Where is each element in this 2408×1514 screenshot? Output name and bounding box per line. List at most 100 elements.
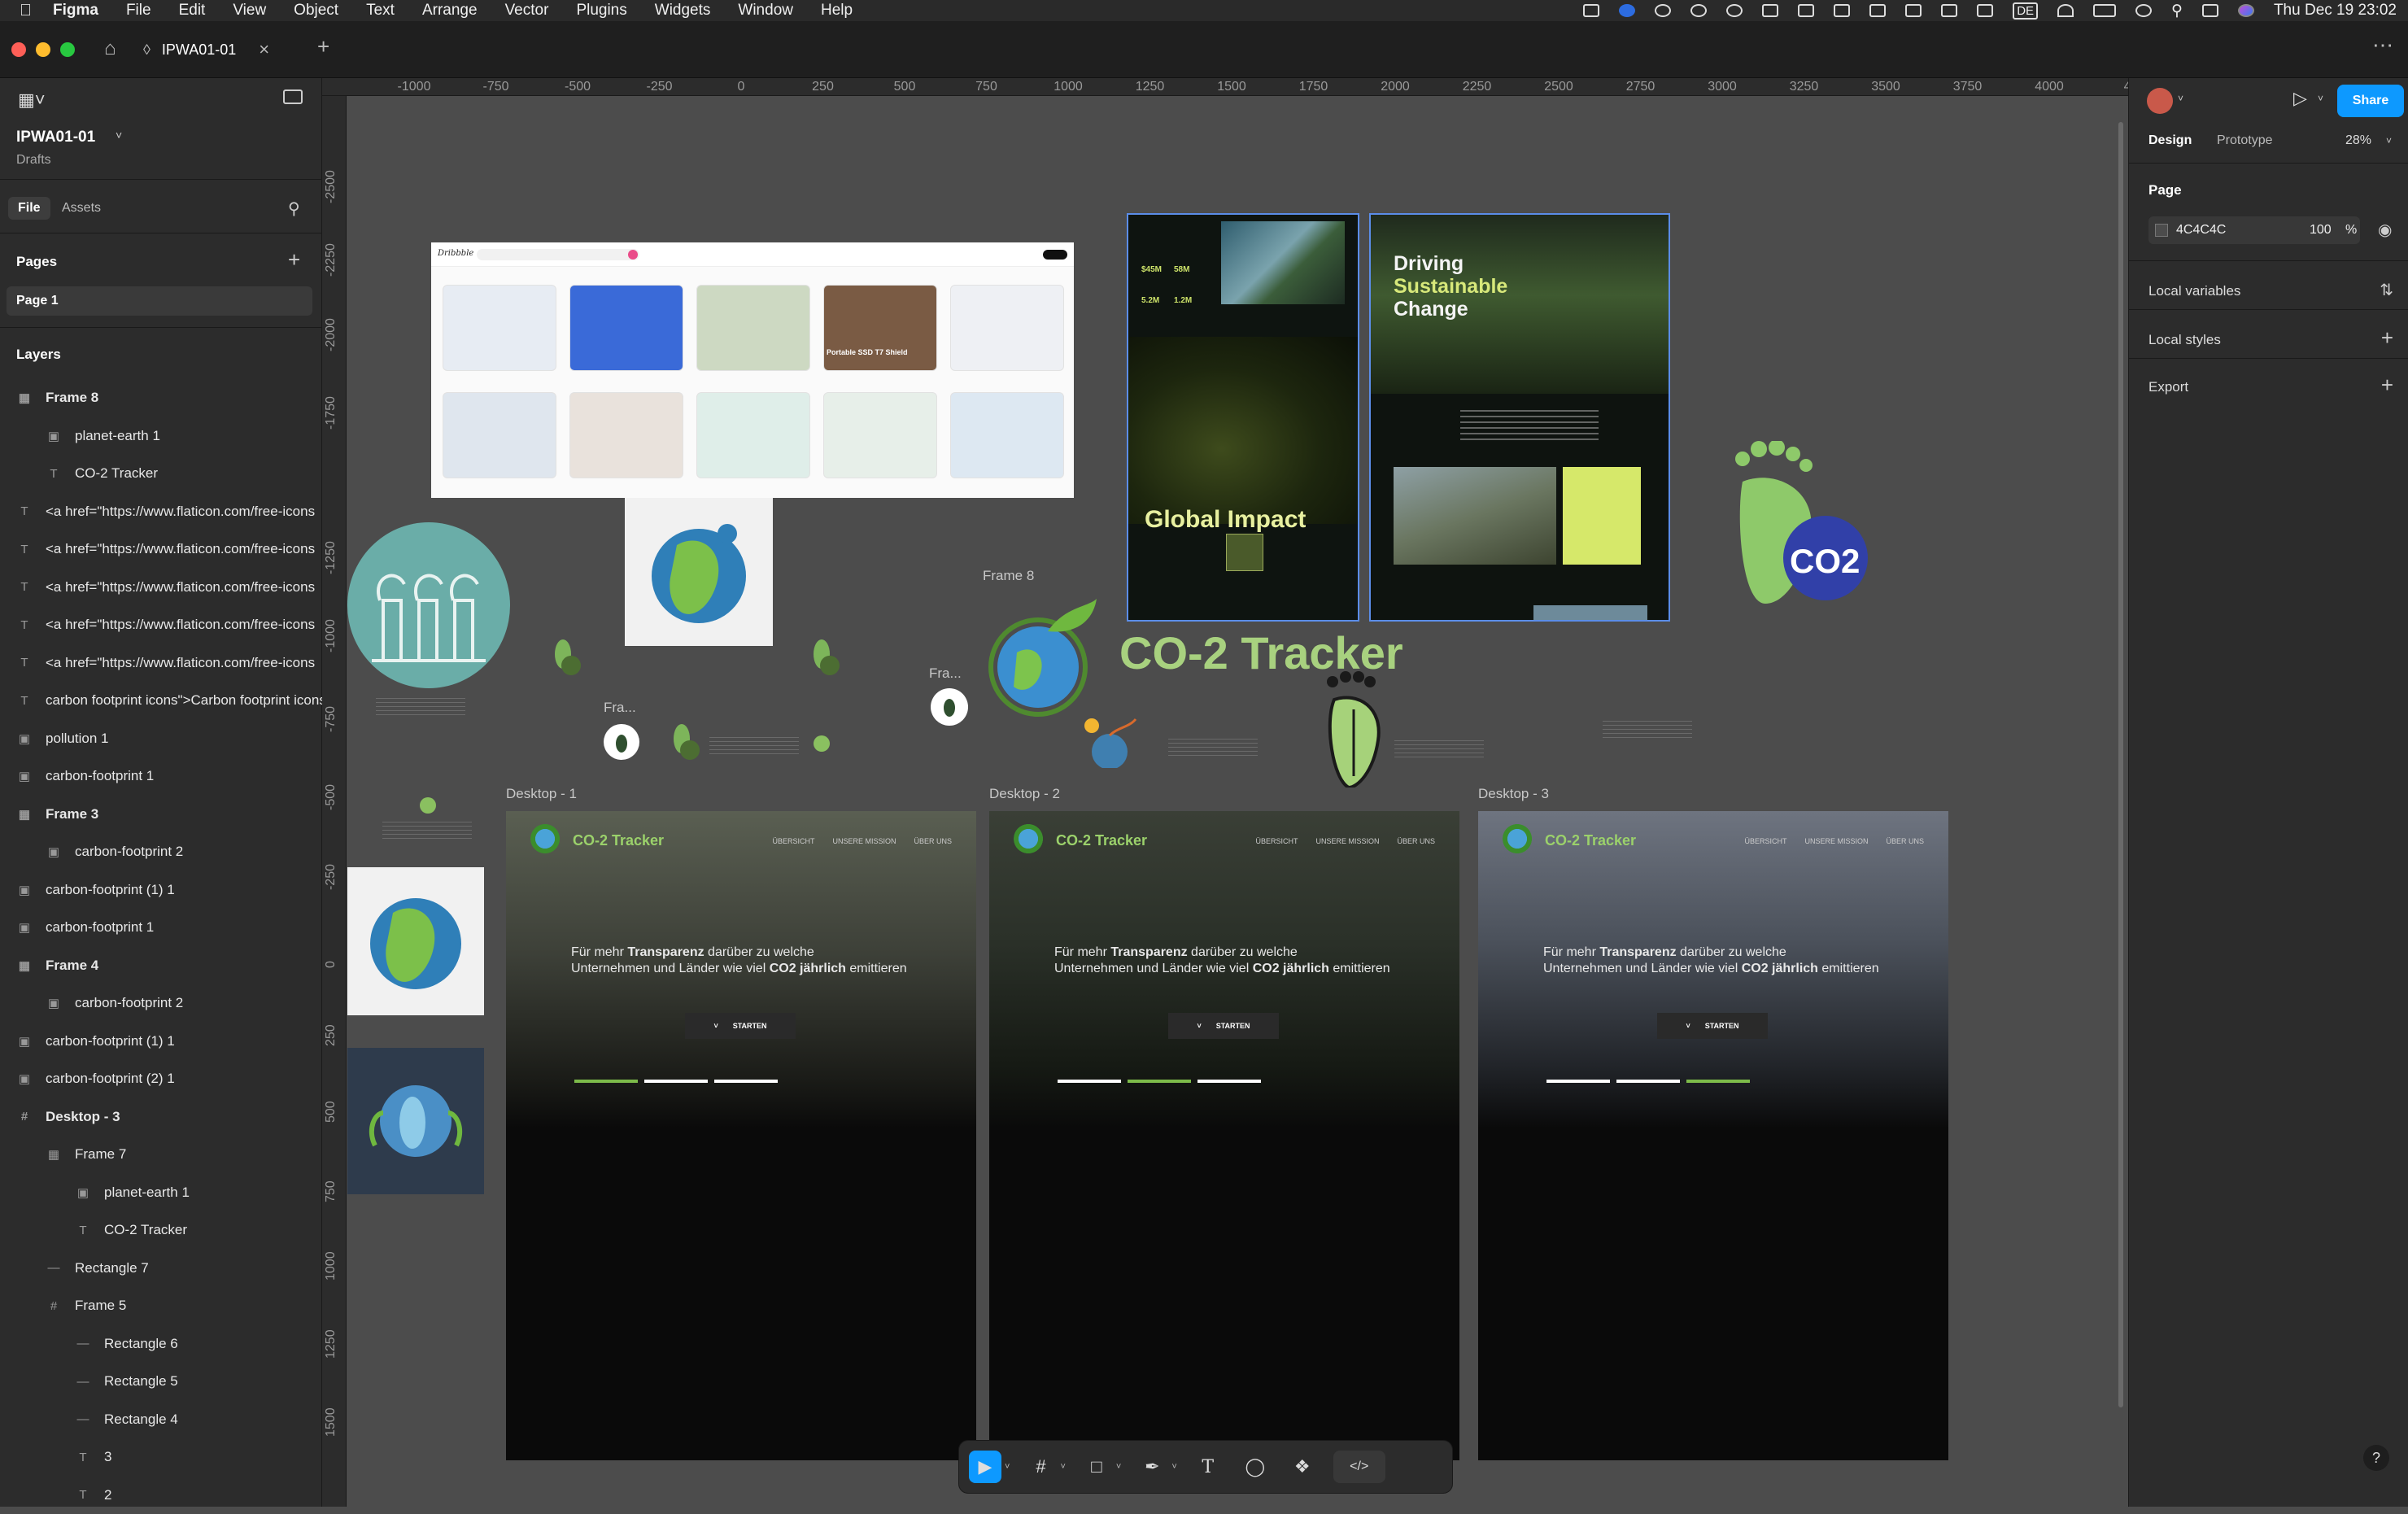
file-location[interactable]: Drafts [16, 153, 51, 168]
variables-icon[interactable]: ⇅ [2380, 280, 2393, 300]
chevron-down-icon[interactable]: ˅ [2178, 93, 2183, 104]
move-tool-button[interactable]: ▶ [969, 1451, 1001, 1483]
chevron-down-icon[interactable]: ˅ [1116, 1462, 1121, 1472]
actions-button[interactable]: ❖ [1286, 1451, 1319, 1483]
status-icon[interactable] [1905, 4, 1922, 17]
status-icon[interactable] [1583, 4, 1600, 17]
avatar[interactable] [2147, 88, 2173, 114]
attribution-text[interactable] [1603, 721, 1692, 739]
frame-tool-button[interactable]: # [1024, 1451, 1057, 1483]
local-variables-heading[interactable]: Local variables [2148, 283, 2240, 299]
new-tab-icon[interactable]: + [317, 34, 329, 59]
siri-icon[interactable] [2237, 4, 2254, 17]
file-title[interactable]: IPWA01-01 [16, 129, 95, 146]
start-button[interactable]: ˅ STARTEN [1168, 1013, 1279, 1039]
carbon-footprint-image-light[interactable] [347, 867, 484, 1015]
clock[interactable]: Thu Dec 19 23:02 [2274, 2, 2397, 20]
layer-row[interactable]: ▣ carbon-footprint 1 [0, 909, 322, 946]
slide-indicator[interactable] [1686, 1080, 1750, 1083]
layer-row[interactable]: ▣ carbon-footprint 2 [0, 984, 322, 1022]
layer-row[interactable]: — Rectangle 7 [0, 1250, 322, 1287]
nav-link-about[interactable]: ÜBER UNS [1886, 837, 1924, 845]
status-icon[interactable] [1762, 4, 1779, 17]
earth-footprint-image[interactable] [625, 498, 773, 646]
chevron-down-icon[interactable]: ˅ [1171, 1462, 1176, 1472]
layer-row[interactable]: T <a href="https://www.flaticon.com/free-… [0, 530, 322, 568]
chevron-down-icon[interactable]: ˅ [2386, 135, 2392, 146]
page-item-page-1[interactable]: Page 1 [7, 286, 312, 316]
menu-object[interactable]: Object [294, 2, 338, 20]
input-language[interactable]: DE [2013, 2, 2039, 20]
attribution-text[interactable] [376, 698, 465, 716]
layer-row[interactable]: T <a href="https://www.flaticon.com/free-… [0, 644, 322, 682]
carbon-footprint-image-dark[interactable] [347, 1048, 484, 1194]
file-tab[interactable]: ◊ IPWA01-01 × [143, 29, 298, 70]
layer-row[interactable]: T3 [0, 1438, 322, 1476]
slide-indicator[interactable] [644, 1080, 708, 1083]
search-icon[interactable]: ⚲ [288, 199, 300, 219]
layer-row[interactable]: T CO-2 Tracker [0, 455, 322, 492]
frame-label[interactable]: Fra... [929, 665, 962, 682]
layer-row[interactable]: ▣ carbon-footprint 2 [0, 833, 322, 870]
layer-row[interactable]: ▣ carbon-footprint (1) 1 [0, 1023, 322, 1060]
zoom-icon[interactable] [1619, 4, 1636, 17]
display-icon[interactable] [1977, 4, 1994, 17]
frame-8-label[interactable]: Frame 8 [983, 568, 1034, 584]
carbon-footprint-icon[interactable] [547, 628, 587, 677]
nav-link-overview[interactable]: ÜBERSICHT [772, 837, 814, 845]
start-button[interactable]: ˅ STARTEN [1657, 1013, 1768, 1039]
layer-row[interactable]: ▦ Frame 3 [0, 796, 322, 833]
slide-indicator[interactable] [1546, 1080, 1610, 1083]
desktop-frame-label[interactable]: Desktop - 1 [506, 786, 577, 802]
control-center-icon[interactable] [2201, 4, 2218, 17]
nav-link-about[interactable]: ÜBER UNS [914, 837, 952, 845]
website-mockup-right[interactable]: Driving Sustainable Change [1369, 213, 1670, 622]
tab-prototype[interactable]: Prototype [2217, 133, 2272, 148]
export-heading[interactable]: Export [2148, 379, 2188, 395]
slide-indicator[interactable] [1128, 1080, 1191, 1083]
tab-design[interactable]: Design [2148, 133, 2192, 148]
slide-indicator[interactable] [1058, 1080, 1121, 1083]
planet-earth-image[interactable] [981, 592, 1108, 719]
home-icon[interactable]: ⌂ [104, 37, 116, 60]
layer-row[interactable]: T <a href="https://www.flaticon.com/free-… [0, 606, 322, 644]
search-icon[interactable]: ⚲ [2171, 2, 2183, 20]
layer-row[interactable]: T CO-2 Tracker [0, 1211, 322, 1249]
zoom-level[interactable]: 28% [2345, 133, 2371, 148]
main-menu-icon[interactable]: ▦˅ [18, 89, 46, 111]
color-swatch[interactable] [2155, 224, 2168, 237]
nav-link-mission[interactable]: UNSERE MISSION [1804, 837, 1868, 845]
nav-link-overview[interactable]: ÜBERSICHT [1255, 837, 1298, 845]
menu-file[interactable]: File [126, 2, 151, 20]
slide-indicator[interactable] [714, 1080, 778, 1083]
leaf-footprint-image[interactable] [1318, 670, 1391, 790]
layer-row[interactable]: ▣ planet-earth 1 [0, 417, 322, 455]
chevron-down-icon[interactable]: ˅ [2318, 93, 2323, 104]
website-mockup-left[interactable]: $45M 58M 5.2M 1.2M Global Impact [1127, 213, 1359, 622]
menu-edit[interactable]: Edit [179, 2, 206, 20]
desktop-frame[interactable]: CO-2 Tracker ÜBERSICHT UNSERE MISSION ÜBER … [506, 811, 976, 1460]
layer-row[interactable]: T2 [0, 1477, 322, 1514]
chevron-down-icon[interactable]: ˅ [1060, 1462, 1065, 1472]
layer-row[interactable]: ▣ carbon-footprint (1) 1 [0, 871, 322, 909]
close-tab-icon[interactable]: × [259, 39, 269, 60]
layer-row[interactable]: ▣ pollution 1 [0, 720, 322, 757]
share-button[interactable]: Share [2337, 85, 2404, 117]
nav-link-mission[interactable]: UNSERE MISSION [832, 837, 896, 845]
battery-icon[interactable] [2093, 4, 2117, 17]
present-play-icon[interactable]: ▷ [2293, 88, 2307, 109]
chevron-down-icon[interactable]: ˅ [1005, 1462, 1010, 1472]
chevron-down-icon[interactable]: ˅ [116, 129, 122, 142]
comment-tool-button[interactable]: ◯ [1239, 1451, 1272, 1483]
desktop-frame[interactable]: CO-2 Tracker ÜBERSICHT UNSERE MISSION ÜBER … [989, 811, 1459, 1460]
layer-row[interactable]: ▦ Frame 4 [0, 947, 322, 984]
status-icon[interactable] [1655, 4, 1672, 17]
menu-window[interactable]: Window [738, 2, 793, 20]
layer-row[interactable]: ▦ Frame 7 [0, 1136, 322, 1173]
window-zoom-button[interactable] [60, 42, 75, 57]
vertical-scrollbar[interactable] [2118, 122, 2123, 1407]
attribution-text[interactable] [1394, 740, 1484, 758]
frame-footprint-circle[interactable] [604, 724, 639, 760]
local-styles-heading[interactable]: Local styles [2148, 332, 2221, 348]
layer-row[interactable]: ▣ planet-earth 1 [0, 1174, 322, 1211]
